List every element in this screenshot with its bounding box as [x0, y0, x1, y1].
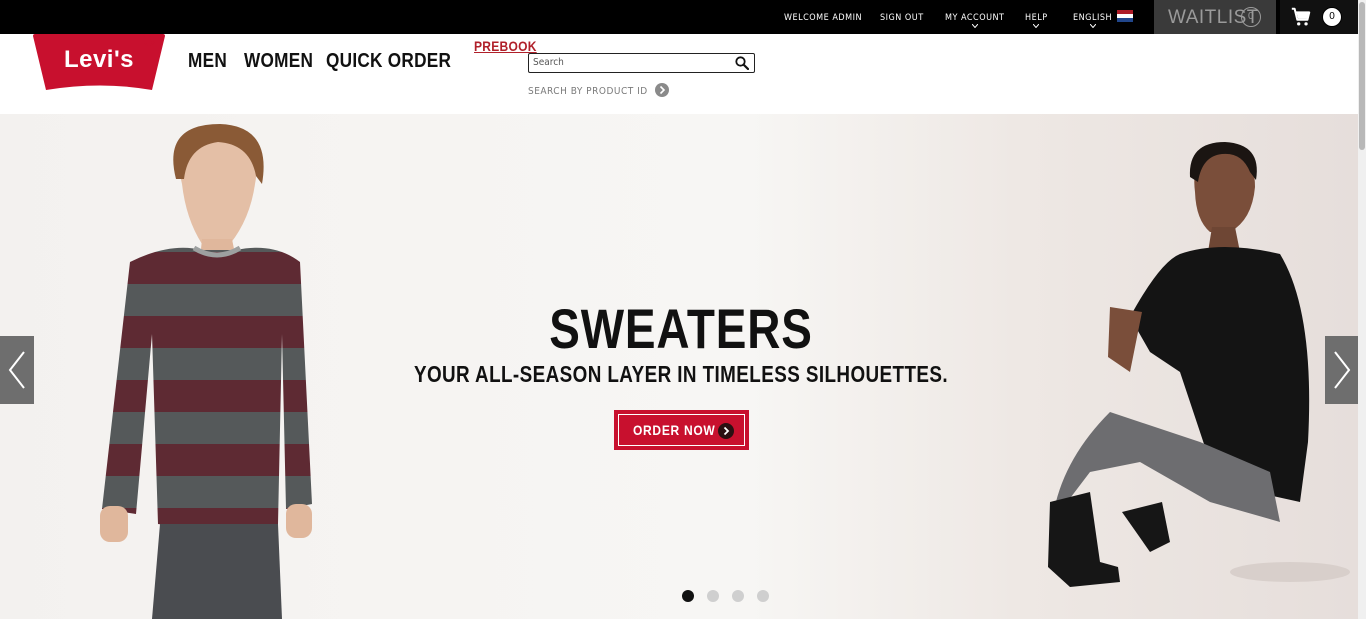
chevron-right-icon — [1334, 351, 1351, 389]
carousel-dot[interactable] — [707, 590, 719, 602]
search-by-product-id-link[interactable]: SEARCH BY PRODUCT ID — [528, 83, 670, 98]
carousel-prev-button[interactable] — [0, 336, 34, 404]
netherlands-flag-icon[interactable] — [1117, 10, 1133, 22]
carousel-dot[interactable] — [682, 590, 694, 602]
search-by-product-id-label: SEARCH BY PRODUCT ID — [528, 86, 648, 97]
welcome-text: WELCOME ADMIN — [784, 13, 863, 23]
svg-text:R: R — [146, 35, 152, 44]
chevron-left-icon — [8, 351, 25, 389]
chevron-down-icon — [971, 24, 978, 28]
my-account-menu[interactable]: MY ACCOUNT — [945, 13, 1005, 28]
order-now-label: ORDER NOW — [633, 422, 716, 438]
hero-subtitle: YOUR ALL-SEASON LAYER IN TIMELESS SILHOU… — [413, 361, 949, 387]
chevron-right-icon — [655, 83, 670, 97]
waitlist-count-badge: 0 — [1241, 7, 1261, 27]
nav-quick-order[interactable]: QUICK ORDER — [326, 50, 451, 73]
utility-bar: WELCOME ADMIN SIGN OUT MY ACCOUNT HELP E… — [0, 0, 1358, 34]
nav-women[interactable]: WOMEN — [244, 50, 313, 73]
svg-text:Levi's: Levi's — [64, 46, 134, 73]
hero-carousel: SWEATERS YOUR ALL-SEASON LAYER IN TIMELE… — [0, 114, 1358, 619]
help-menu[interactable]: HELP — [1025, 13, 1048, 28]
hero-title: SWEATERS — [549, 297, 813, 360]
my-account-label: MY ACCOUNT — [945, 13, 1005, 23]
carousel-dot[interactable] — [732, 590, 744, 602]
carousel-next-button[interactable] — [1325, 336, 1358, 404]
language-label: ENGLISH — [1073, 13, 1113, 23]
nav-men[interactable]: MEN — [188, 50, 227, 73]
carousel-dot[interactable] — [757, 590, 769, 602]
search-box — [528, 53, 755, 73]
cart-count-badge: 0 — [1322, 7, 1342, 27]
signout-link[interactable]: SIGN OUT — [880, 13, 924, 23]
page-scrollbar[interactable] — [1358, 0, 1366, 619]
scrollbar-thumb[interactable] — [1359, 2, 1365, 150]
cart-icon — [1291, 7, 1311, 26]
chevron-right-icon — [718, 423, 734, 439]
waitlist-button[interactable]: WAITLIST 0 — [1154, 0, 1276, 34]
prebook-link[interactable]: PREBOOK — [474, 38, 537, 54]
search-input[interactable] — [533, 55, 723, 70]
site-header — [0, 34, 1358, 114]
chevron-down-icon — [1033, 24, 1040, 28]
cart-button[interactable]: 0 — [1280, 0, 1358, 34]
levis-logo[interactable]: Levi's R — [31, 34, 167, 92]
language-menu[interactable]: ENGLISH — [1073, 13, 1113, 28]
search-icon[interactable] — [735, 56, 749, 70]
help-label: HELP — [1025, 13, 1048, 23]
chevron-down-icon — [1089, 24, 1096, 28]
carousel-indicators — [682, 590, 769, 602]
order-now-button[interactable]: ORDER NOW — [614, 410, 749, 450]
